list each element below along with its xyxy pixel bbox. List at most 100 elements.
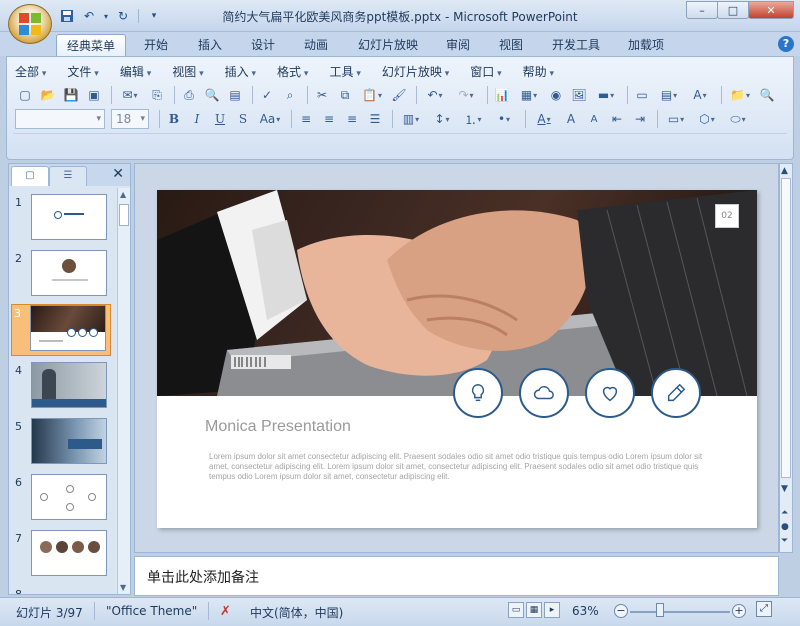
tab-slideshow[interactable]: 幻灯片放映 [348,34,428,56]
zoom-in-icon[interactable]: + [732,604,746,618]
scrollbar-thumb[interactable] [119,204,129,226]
undo-icon[interactable]: ↶ [80,7,98,25]
cut-icon[interactable]: ✂ [312,85,332,105]
office-button[interactable] [8,4,52,44]
shadow-icon[interactable]: S [233,109,253,129]
menu-all[interactable]: 全部 [15,63,46,80]
customize-qat-icon[interactable]: ▾ [145,7,163,25]
redo-icon[interactable]: ↷ [452,85,480,105]
slide-thumbnail-8[interactable]: 8 [13,586,113,594]
menu-file[interactable]: 文件 [67,63,98,80]
notes-pane[interactable]: 单击此处添加备注 [134,556,779,596]
canvas-scrollbar[interactable]: ▲ ▼ ⏶ ● ⏷ [779,163,793,553]
panel-scrollbar[interactable]: ▲ ▼ [117,188,130,594]
tab-classic-menu[interactable]: 经典菜单 [56,34,127,56]
fit-to-window-icon[interactable]: ⤢ [756,601,772,617]
numbering-icon[interactable]: ⒈ [459,109,487,129]
menu-edit[interactable]: 编辑 [120,63,151,80]
align-center-icon[interactable]: ≡ [319,109,339,129]
save-as-icon[interactable]: ▣ [84,85,104,105]
columns-icon[interactable]: ▥ [397,109,425,129]
previous-slide-icon[interactable]: ⏶ [781,508,788,518]
menu-format[interactable]: 格式 [277,63,308,80]
current-slide[interactable]: 02 Monica Presentation Lorem ipsum dolor… [157,190,757,528]
close-panel-icon[interactable]: ✕ [112,166,124,182]
menu-window[interactable]: 窗口 [470,63,501,80]
menu-slideshow[interactable]: 幻灯片放映 [382,63,449,80]
scroll-up-icon[interactable]: ▲ [781,166,788,176]
align-left-icon[interactable]: ≡ [296,109,316,129]
tab-animations[interactable]: 动画 [294,34,338,56]
permission-icon[interactable]: ✉ [116,85,144,105]
spell-check-icon[interactable]: ✗ [220,604,231,619]
font-size-combo[interactable]: 18 [111,109,149,129]
arrange-icon[interactable]: ⬡ [693,109,721,129]
color-grayscale-icon[interactable]: ▬ [592,85,620,105]
select-browse-icon[interactable]: ● [781,522,789,532]
undo-dropdown-icon[interactable]: ▾ [102,7,110,25]
align-right-icon[interactable]: ≡ [342,109,362,129]
research-icon[interactable]: ⌕ [280,85,300,105]
spelling-icon[interactable]: ✓ [257,85,277,105]
tab-view[interactable]: 视图 [489,34,533,56]
bullets-icon[interactable]: • [490,109,518,129]
tab-design[interactable]: 设计 [241,34,285,56]
decrease-indent-icon[interactable]: ⇤ [607,109,627,129]
tab-review[interactable]: 审阅 [436,34,480,56]
clipart-icon[interactable]: ◉ [546,85,566,105]
print-preview-icon[interactable]: 🔍 [202,85,222,105]
slide-thumbnail-1[interactable]: 1 [13,194,113,244]
slide-thumbnail-3[interactable]: 3 [11,304,111,356]
slide-title[interactable]: Monica Presentation [205,418,351,436]
slide-layout-icon[interactable]: ▤ [655,85,683,105]
slide-body-text[interactable]: Lorem ipsum dolor sit amet consectetur a… [209,452,705,482]
increase-indent-icon[interactable]: ⇥ [630,109,650,129]
zoom-slider-thumb[interactable] [656,603,664,617]
zoom-level[interactable]: 63% [572,604,599,618]
next-slide-icon[interactable]: ⏷ [781,536,788,546]
close-button[interactable]: ✕ [748,1,794,19]
bold-icon[interactable]: B [164,109,184,129]
tab-addins[interactable]: 加载项 [618,34,674,56]
slide-thumbnail-2[interactable]: 2 [13,250,113,300]
font-color-icon[interactable]: A [530,109,558,129]
print-icon[interactable]: ⎙ [179,85,199,105]
picture-icon[interactable]: 🖼 [569,85,589,105]
menu-view[interactable]: 视图 [172,63,203,80]
new-icon[interactable]: ▢ [15,85,35,105]
minimize-button[interactable]: – [686,1,718,19]
menu-help[interactable]: 帮助 [523,63,554,80]
publish-icon[interactable]: ⎘ [147,85,167,105]
folder-icon[interactable]: 📁 [726,85,754,105]
change-case-icon[interactable]: Aa [256,109,284,129]
table-icon[interactable]: ▦ [515,85,543,105]
slide-thumbnail-6[interactable]: 6 [13,474,113,524]
help-icon[interactable]: ? [778,36,794,52]
italic-icon[interactable]: I [187,109,207,129]
menu-insert[interactable]: 插入 [225,63,256,80]
justify-icon[interactable]: ☰ [365,109,385,129]
slideshow-view-button[interactable]: ▸ [544,602,560,618]
tab-home[interactable]: 开始 [134,34,178,56]
maximize-button[interactable]: □ [717,1,749,19]
page-setup-icon[interactable]: ▤ [225,85,245,105]
underline-icon[interactable]: U [210,109,230,129]
slide-thumbnail-4[interactable]: 4 [13,362,113,412]
shapes-icon[interactable]: ▭ [662,109,690,129]
scroll-down-icon[interactable]: ▼ [781,484,788,494]
font-name-combo[interactable] [15,109,105,129]
slide-thumbnail-7[interactable]: 7 [13,530,113,580]
open-icon[interactable]: 📂 [38,85,58,105]
slide-sorter-button[interactable]: ▦ [526,602,542,618]
save-icon[interactable] [58,7,76,25]
undo-icon[interactable]: ↶ [421,85,449,105]
format-painter-icon[interactable]: 🖌 [389,85,409,105]
save-icon[interactable]: 💾 [61,85,81,105]
menu-tools[interactable]: 工具 [329,63,360,80]
shrink-font-icon[interactable]: A [584,109,604,129]
zoom-out-icon[interactable]: − [614,604,628,618]
tab-developer[interactable]: 开发工具 [542,34,610,56]
tab-outline[interactable]: ☰ [49,166,87,186]
line-spacing-icon[interactable]: ↕ [428,109,456,129]
tab-slides[interactable]: ▢ [11,166,49,186]
